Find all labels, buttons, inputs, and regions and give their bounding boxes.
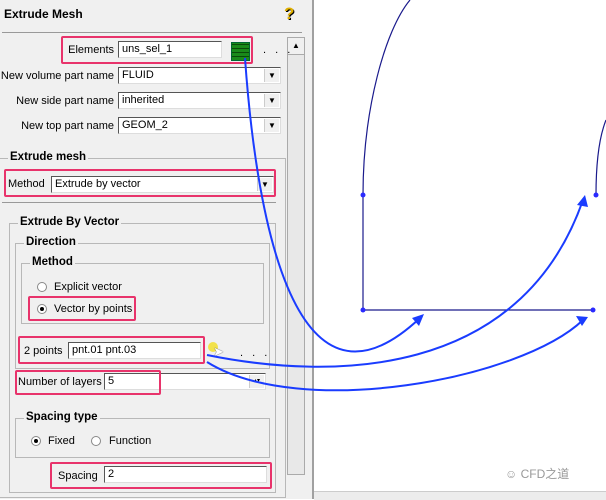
geometry-arc: [595, 119, 606, 196]
point: [593, 192, 599, 198]
geometry-lines: [362, 0, 606, 311]
watermark-text: CFD之道: [520, 467, 570, 481]
watermark: ☺ CFD之道: [505, 465, 569, 482]
geometry-points: [360, 192, 599, 313]
arrow-curve: [206, 199, 584, 368]
arrow-head-icon: [577, 195, 588, 207]
wechat-icon: ☺: [505, 467, 521, 481]
geometry-viewport[interactable]: [0, 0, 606, 499]
point: [590, 307, 596, 313]
arrow-heads: [412, 195, 588, 326]
arrow-curve: [244, 57, 421, 353]
arrow-curve: [206, 319, 584, 392]
point: [360, 192, 366, 198]
geometry-arc: [362, 0, 411, 196]
point: [360, 307, 366, 313]
annotation-arrows: [206, 57, 584, 392]
